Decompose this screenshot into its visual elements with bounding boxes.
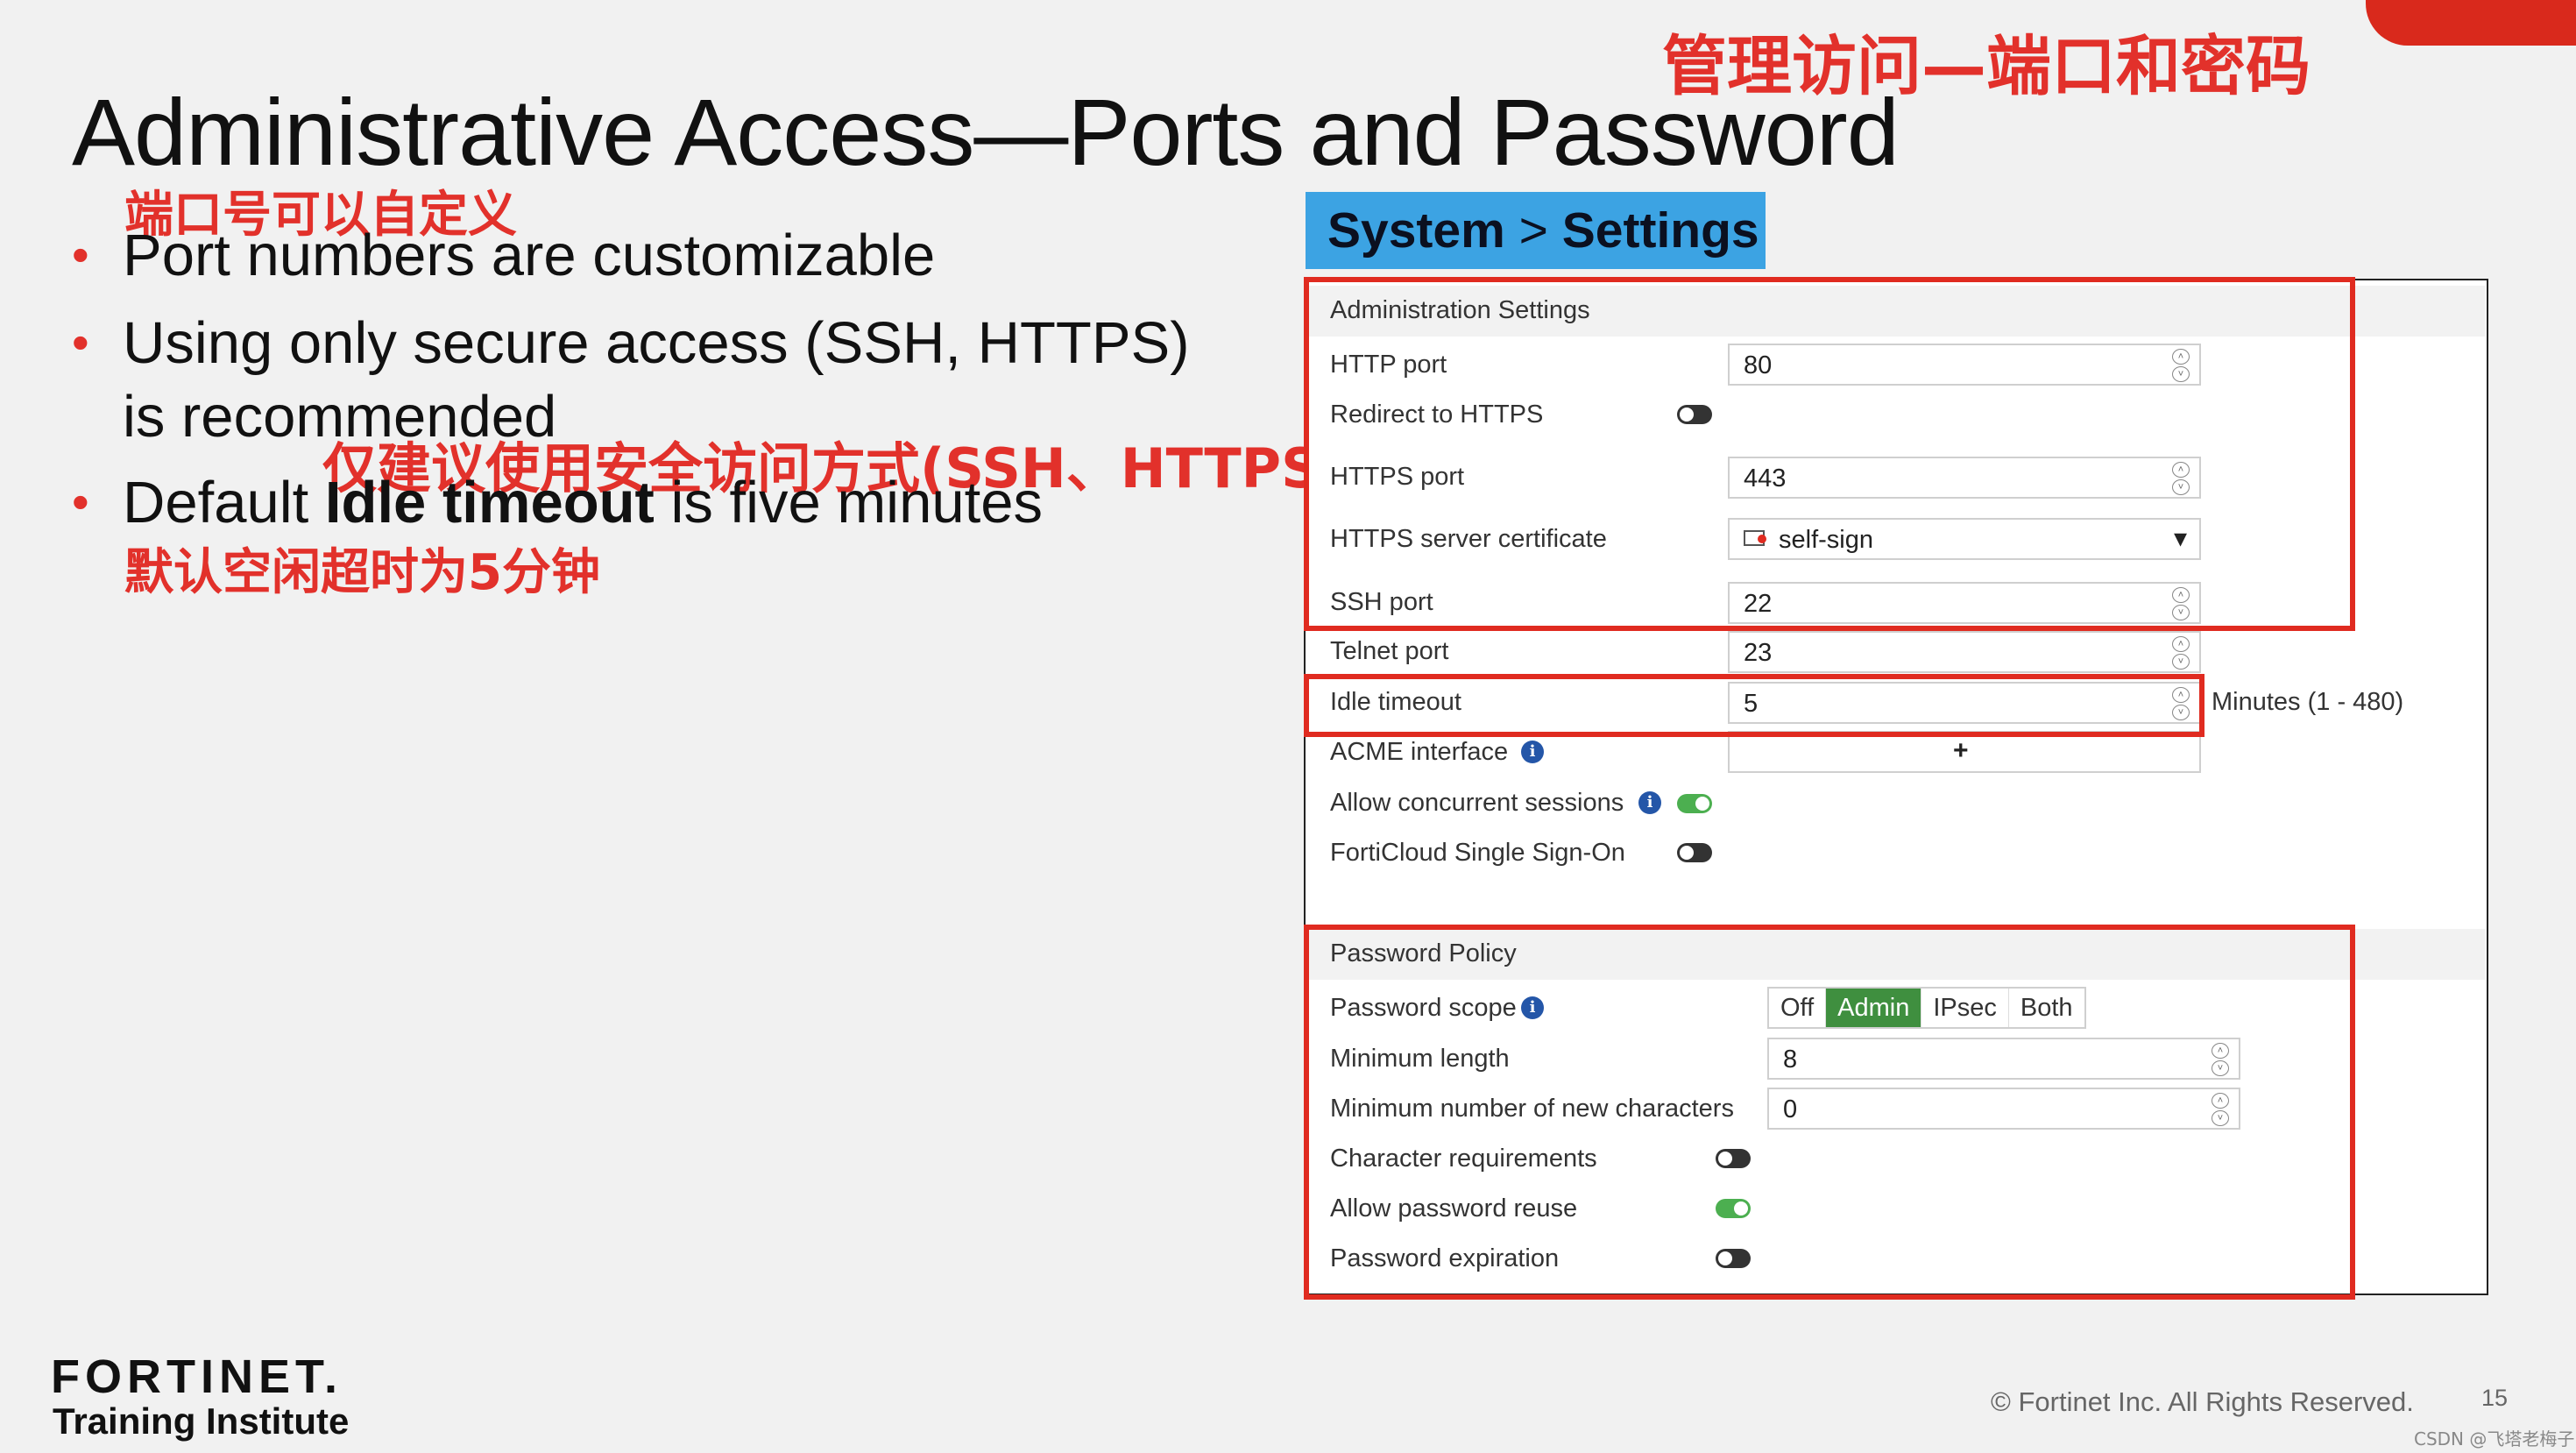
bullet-3-bold: Idle timeout [324,470,655,535]
logo-subtitle: Training Institute [53,1400,350,1442]
highlight-password-policy-box [1304,925,2355,1300]
copyright-text: © Fortinet Inc. All Rights Reserved. [1991,1386,2414,1417]
idle-timeout-unit: Minutes (1 - 480) [2212,688,2404,716]
telnet-port-value: 23 [1744,639,1773,667]
forticloud-sso-toggle[interactable] [1677,843,1712,862]
highlight-ports-box [1304,277,2355,631]
bullet-dot: • [72,227,89,282]
bullet-1: • Port numbers are customizable [72,219,936,293]
breadcrumb-system[interactable]: System [1327,202,1505,259]
bullet-dot: • [72,315,89,370]
bullet-3-pre: Default [123,470,325,535]
bullet-2-line1: Using only secure access (SSH, HTTPS) [123,310,1190,376]
highlight-idle-timeout-box [1304,674,2204,737]
telnet-port-spinner[interactable]: ˄ ˅ [2171,635,2190,670]
telnet-port-label: Telnet port [1330,637,1449,665]
page-number: 15 [2481,1385,2509,1411]
breadcrumb: System > Settings [1306,192,1766,269]
concurrent-sessions-label: Allow concurrent sessions [1330,789,1624,817]
bullet-3: • Default Idle timeout is five minutes [72,466,1043,540]
forticloud-sso-label: FortiCloud Single Sign-On [1330,839,1625,867]
fortinet-logo: FORTINET. [51,1350,343,1403]
telnet-port-input[interactable]: 23 ˄ ˅ [1728,631,2201,673]
slide-title: Administrative Access—Ports and Password [72,79,1900,185]
watermark: CSDN @飞塔老梅子 [2414,1428,2575,1449]
corner-accent [2366,0,2576,46]
bullet-3-cn-annotation: 默认空闲超时为5分钟 [124,544,600,601]
info-icon[interactable]: i [1638,791,1661,814]
breadcrumb-settings[interactable]: Settings [1562,202,1759,259]
spin-up-icon[interactable]: ˄ [2172,636,2190,652]
acme-interface-select[interactable]: + [1728,731,2201,773]
concurrent-sessions-toggle[interactable] [1677,794,1712,813]
info-icon[interactable]: i [1521,741,1544,763]
spin-down-icon[interactable]: ˅ [2172,654,2190,670]
bullet-3-post: is five minutes [654,470,1043,535]
acme-interface-label: ACME interface [1330,738,1509,766]
add-icon[interactable]: + [1953,736,1969,766]
breadcrumb-separator: > [1518,202,1548,259]
bullet-1-text: Port numbers are customizable [123,223,936,288]
bullet-dot: • [72,474,89,529]
